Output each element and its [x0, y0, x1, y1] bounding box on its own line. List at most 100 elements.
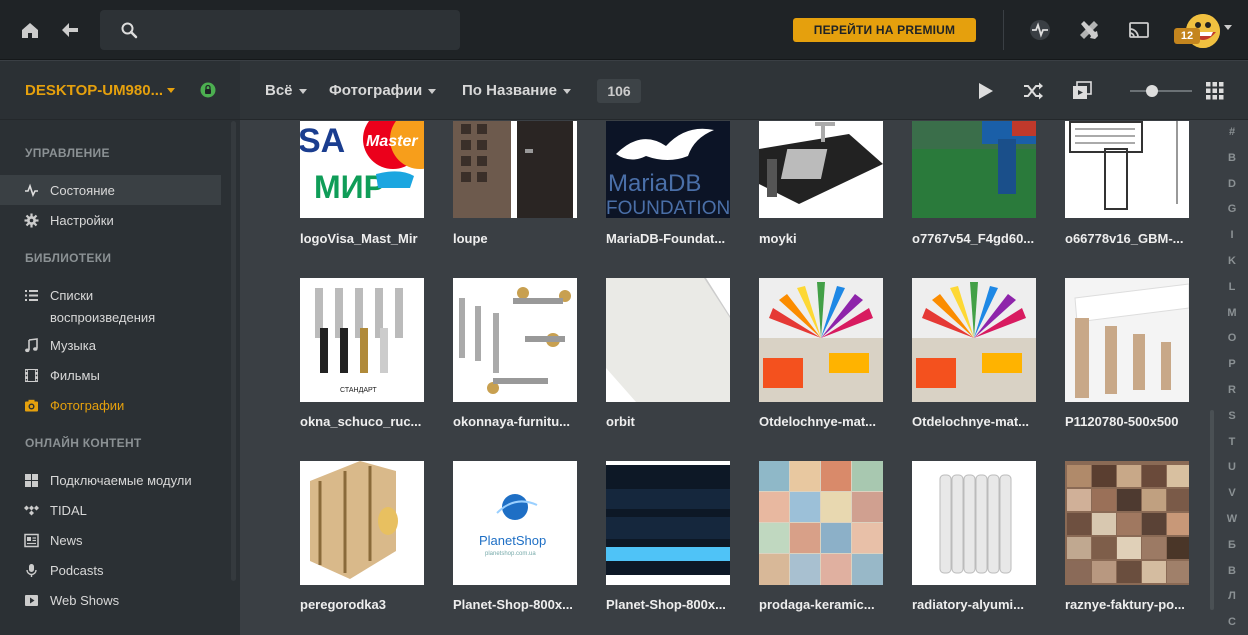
- sidebar-item-status[interactable]: Состояние: [0, 175, 221, 205]
- alphabet-letter[interactable]: U: [1222, 461, 1242, 473]
- drill-image: [912, 121, 1036, 218]
- alphabet-letter[interactable]: O: [1222, 332, 1242, 344]
- photo-caption[interactable]: Planet-Shop-800x...: [606, 597, 746, 612]
- sidebar-item-settings[interactable]: Настройки: [0, 205, 221, 235]
- photo-caption[interactable]: Otdelochnye-mat...: [759, 414, 899, 429]
- photo-thumbnail[interactable]: [759, 461, 883, 585]
- alphabet-letter[interactable]: D: [1222, 178, 1242, 190]
- photo-caption[interactable]: o66778v16_GBM-...: [1065, 231, 1205, 246]
- photo-thumbnail[interactable]: [300, 461, 424, 585]
- alphabet-letter[interactable]: T: [1222, 436, 1242, 448]
- photo-thumbnail[interactable]: СТАНДАРТ: [300, 278, 424, 402]
- server-name[interactable]: DESKTOP-UM980...: [25, 82, 163, 99]
- photo-caption[interactable]: prodaga-keramic...: [759, 597, 899, 612]
- photo-caption[interactable]: moyki: [759, 231, 899, 246]
- section-heading-manage: УПРАВЛЕНИЕ: [25, 146, 110, 160]
- photo-thumbnail[interactable]: [912, 461, 1036, 585]
- slideshow-icon[interactable]: [1072, 81, 1092, 101]
- photo-thumbnail[interactable]: [453, 278, 577, 402]
- play-icon[interactable]: [975, 81, 995, 101]
- photo-caption[interactable]: okonnaya-furnitu...: [453, 414, 593, 429]
- sidebar-item-playlists[interactable]: Списки воспроизведения: [0, 280, 221, 328]
- brick-textures-image: [1065, 461, 1189, 585]
- home-icon[interactable]: [18, 18, 42, 42]
- filter-type-dropdown[interactable]: Фотографии: [329, 82, 437, 99]
- photo-caption[interactable]: okna_schuco_ruc...: [300, 414, 440, 429]
- sidebar-scrollbar[interactable]: [231, 121, 236, 581]
- photo-caption[interactable]: o7767v54_F4gd60...: [912, 231, 1052, 246]
- photo-caption[interactable]: peregorodka3: [300, 597, 440, 612]
- back-arrow-icon[interactable]: [58, 18, 82, 42]
- chevron-down-icon[interactable]: [167, 88, 175, 93]
- photo-caption[interactable]: radiatory-alyumi...: [912, 597, 1052, 612]
- sidebar-item-news[interactable]: News: [0, 525, 221, 555]
- sort-dropdown[interactable]: По Название: [462, 82, 571, 99]
- tools-icon[interactable]: [1077, 18, 1101, 42]
- alphabet-letter[interactable]: Б: [1222, 539, 1242, 551]
- alphabet-letter[interactable]: W: [1222, 513, 1242, 525]
- photo-thumbnail[interactable]: [1065, 278, 1189, 402]
- sidebar-item-label: TIDAL: [50, 503, 87, 518]
- photo-caption[interactable]: raznye-faktury-po...: [1065, 597, 1205, 612]
- shuffle-icon[interactable]: [1023, 81, 1043, 101]
- ceramic-tiles-image: [759, 461, 883, 585]
- alphabet-letter[interactable]: S: [1222, 410, 1242, 422]
- activity-icon[interactable]: [1028, 18, 1052, 42]
- sidebar-item-label-line2: воспроизведения: [50, 310, 156, 325]
- chevron-down-icon[interactable]: [1224, 25, 1232, 30]
- sidebar-item-music[interactable]: Музыка: [0, 330, 221, 360]
- alphabet-letter[interactable]: В: [1222, 565, 1242, 577]
- section-heading-online: ОНЛАЙН КОНТЕНТ: [25, 436, 142, 450]
- cast-icon[interactable]: [1127, 18, 1151, 42]
- sidebar-item-web-shows[interactable]: Web Shows: [0, 585, 221, 615]
- sidebar-item-podcasts[interactable]: Podcasts: [0, 555, 221, 585]
- photo-caption[interactable]: Otdelochnye-mat...: [912, 414, 1052, 429]
- grid-view-icon[interactable]: [1205, 81, 1225, 101]
- alphabet-letter[interactable]: Л: [1222, 590, 1242, 602]
- photo-thumbnail[interactable]: [453, 121, 577, 218]
- filter-all-dropdown[interactable]: Всё: [265, 82, 307, 99]
- photo-thumbnail[interactable]: PlanetShop planetshop.com.ua: [453, 461, 577, 585]
- search-icon: [121, 22, 138, 39]
- photo-thumbnail[interactable]: [759, 278, 883, 402]
- photo-thumbnail[interactable]: [606, 461, 730, 585]
- zoom-slider-track[interactable]: [1130, 90, 1192, 92]
- photo-thumbnail[interactable]: [1065, 461, 1189, 585]
- alphabet-letter[interactable]: С: [1222, 616, 1242, 628]
- news-icon: [24, 533, 39, 548]
- photo-caption[interactable]: loupe: [453, 231, 593, 246]
- photo-caption[interactable]: Planet-Shop-800x...: [453, 597, 593, 612]
- photo-caption[interactable]: logoVisa_Mast_Mir: [300, 231, 440, 246]
- sidebar-item-tidal[interactable]: TIDAL: [0, 495, 221, 525]
- photo-thumbnail[interactable]: [912, 121, 1036, 218]
- alphabet-letter[interactable]: #: [1222, 126, 1242, 138]
- alphabet-letter[interactable]: M: [1222, 307, 1242, 319]
- alphabet-letter[interactable]: R: [1222, 384, 1242, 396]
- sort-label: По Название: [462, 82, 557, 99]
- photo-thumbnail[interactable]: [606, 278, 730, 402]
- zoom-slider-handle[interactable]: [1146, 85, 1158, 97]
- photo-thumbnail[interactable]: [912, 278, 1036, 402]
- alphabet-letter[interactable]: P: [1222, 358, 1242, 370]
- alphabet-letter[interactable]: I: [1222, 229, 1242, 241]
- alphabet-letter[interactable]: L: [1222, 281, 1242, 293]
- photo-thumbnail[interactable]: [1065, 121, 1189, 218]
- sidebar-item-movies[interactable]: Фильмы: [0, 360, 221, 390]
- alphabet-letter[interactable]: G: [1222, 203, 1242, 215]
- alphabet-letter[interactable]: V: [1222, 487, 1242, 499]
- go-premium-button[interactable]: ПЕРЕЙТИ НА PREMIUM: [793, 18, 976, 42]
- alphabet-letter[interactable]: K: [1222, 255, 1242, 267]
- search-input[interactable]: [100, 10, 460, 50]
- photo-thumbnail[interactable]: MariaDB FOUNDATION: [606, 121, 730, 218]
- server-selector[interactable]: DESKTOP-UM980...: [0, 61, 240, 120]
- sidebar-item-plugins[interactable]: Подключаемые модули: [0, 465, 221, 495]
- sidebar-item-photos[interactable]: Фотографии: [0, 390, 221, 420]
- photo-thumbnail[interactable]: SA Master МИР: [300, 121, 424, 218]
- photo-caption[interactable]: MariaDB-Foundat...: [606, 231, 746, 246]
- content-scrollbar[interactable]: [1210, 410, 1214, 610]
- alphabet-letter[interactable]: B: [1222, 152, 1242, 164]
- photo-caption[interactable]: orbit: [606, 414, 746, 429]
- photo-thumbnail[interactable]: [759, 121, 883, 218]
- sidebar-item-label: Состояние: [50, 183, 115, 198]
- photo-caption[interactable]: P1120780-500x500: [1065, 414, 1205, 429]
